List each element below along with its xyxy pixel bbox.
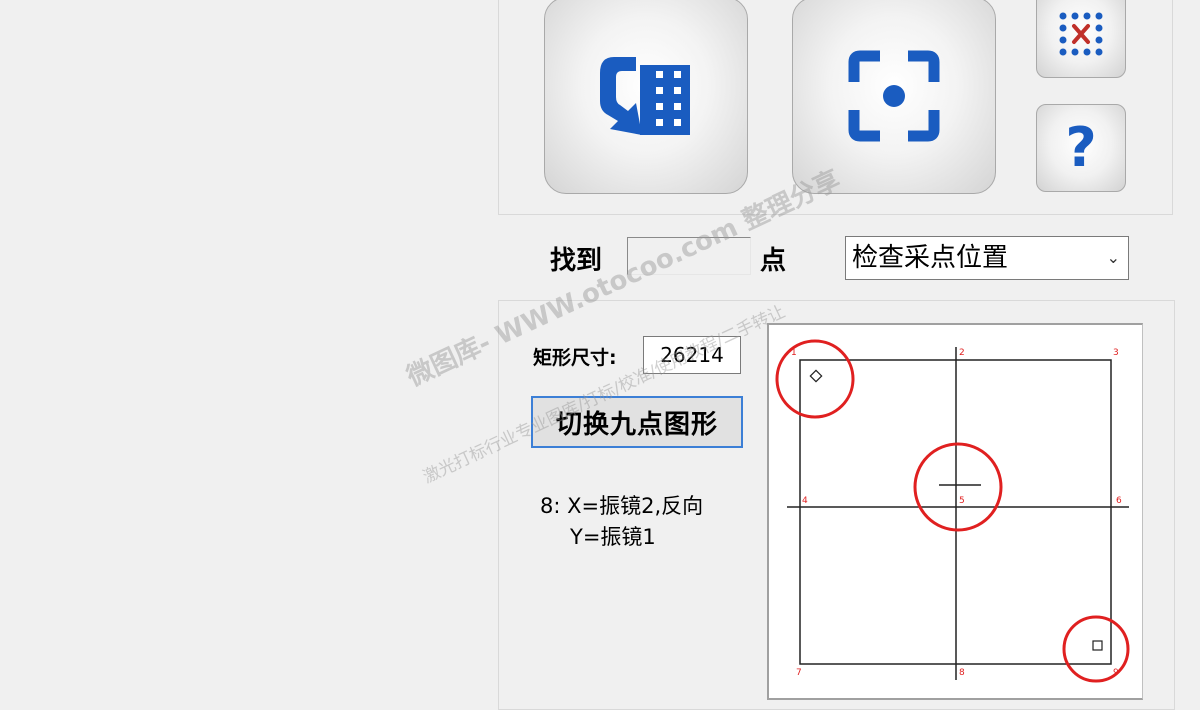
point-label-8: 8 bbox=[959, 668, 965, 678]
focus-center-icon bbox=[848, 50, 940, 141]
help-icon: ? bbox=[1065, 116, 1097, 179]
point-info-line2: Y=振镜1 bbox=[570, 525, 656, 549]
mode-select-value: 检查采点位置 bbox=[852, 243, 1009, 273]
diamond-marker bbox=[809, 369, 823, 383]
square-marker bbox=[1092, 640, 1103, 651]
point-label-6: 6 bbox=[1116, 496, 1122, 506]
scan-button[interactable] bbox=[544, 0, 748, 194]
nine-point-diagram: 1 2 3 4 5 6 7 8 9 bbox=[775, 339, 1130, 683]
point-label-5: 5 bbox=[959, 496, 965, 506]
point-label-4: 4 bbox=[802, 496, 808, 506]
point-unit-label: 点 bbox=[760, 246, 787, 276]
nine-dot-grid-icon bbox=[1059, 12, 1103, 56]
help-button[interactable]: ? bbox=[1036, 104, 1126, 192]
point-label-1: 1 bbox=[791, 348, 797, 358]
highlight-circle-5 bbox=[913, 442, 1003, 532]
grid-button[interactable] bbox=[1036, 0, 1126, 78]
nine-point-figure: 1 2 3 4 5 6 7 8 9 bbox=[767, 323, 1143, 700]
point-label-9: 9 bbox=[1113, 668, 1119, 678]
point-label-3: 3 bbox=[1113, 348, 1119, 358]
point-info-line1: 8: X=振镜2,反向 bbox=[540, 494, 704, 518]
point-label-2: 2 bbox=[959, 348, 965, 358]
point-label-7: 7 bbox=[796, 668, 802, 678]
rect-size-label: 矩形尺寸: bbox=[533, 347, 617, 369]
scan-grid-arrow-icon bbox=[600, 56, 690, 135]
chevron-down-icon: ⌄ bbox=[1106, 248, 1120, 267]
mode-select[interactable]: 检查采点位置 ⌄ bbox=[845, 236, 1129, 280]
